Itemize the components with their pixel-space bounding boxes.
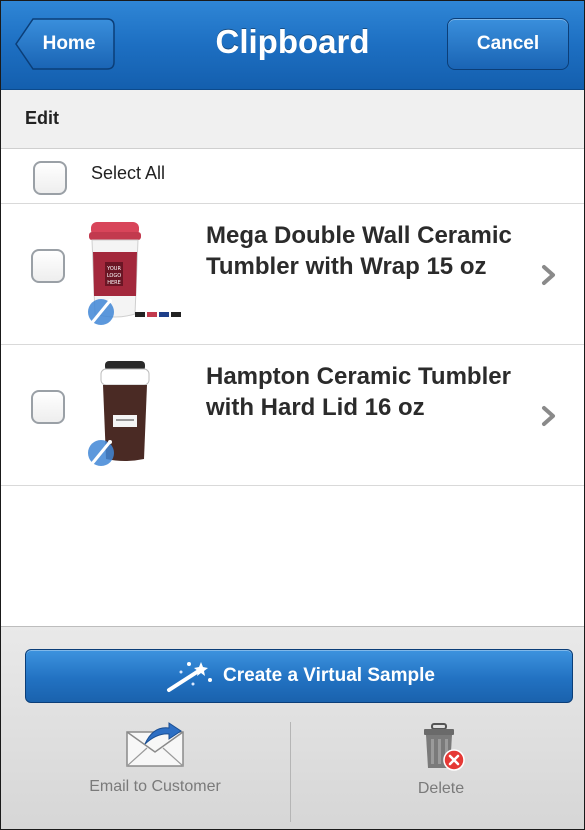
email-to-customer-button[interactable]: Email to Customer xyxy=(65,722,245,797)
list-item[interactable]: YOUR LOGO HERE Mega Double Wall Ceramic … xyxy=(1,204,584,345)
chevron-right-icon xyxy=(542,265,555,285)
trash-icon xyxy=(424,723,465,771)
nav-header: Home Clipboard Cancel xyxy=(1,1,584,90)
edit-bar: Edit xyxy=(1,90,584,149)
delete-button[interactable]: Delete xyxy=(351,722,531,799)
svg-text:HERE: HERE xyxy=(107,280,121,286)
brown-tumbler-icon xyxy=(83,355,193,475)
product-title: Mega Double Wall Ceramic Tumbler with Wr… xyxy=(206,222,512,280)
select-all-checkbox[interactable] xyxy=(33,161,67,195)
delete-label: Delete xyxy=(417,780,465,797)
svg-text:YOUR: YOUR xyxy=(106,266,121,272)
toolbar-divider xyxy=(290,722,291,822)
create-virtual-sample-button[interactable]: Create a Virtual Sample xyxy=(25,649,573,703)
product-title: Hampton Ceramic Tumbler with Hard Lid 16… xyxy=(206,363,511,421)
magic-wand-icon xyxy=(167,662,213,692)
cancel-button[interactable]: Cancel xyxy=(447,18,569,70)
item-checkbox[interactable] xyxy=(31,390,65,424)
email-icon xyxy=(126,722,184,767)
select-all-row[interactable]: Select All xyxy=(1,149,584,204)
create-virtual-sample-label: Create a Virtual Sample xyxy=(223,665,435,686)
edit-label: Edit xyxy=(25,108,59,128)
select-all-label: Select All xyxy=(91,163,166,183)
red-tumbler-icon: YOUR LOGO HERE xyxy=(83,214,193,334)
chevron-right-icon xyxy=(542,406,555,426)
item-checkbox[interactable] xyxy=(31,249,65,283)
app-screen: Home Clipboard Cancel Edit Select All YO… xyxy=(0,0,585,830)
svg-text:LOGO: LOGO xyxy=(107,273,121,279)
email-to-customer-label: Email to Customer xyxy=(89,778,221,795)
bottom-toolbar: Create a Virtual Sample Email to Custome… xyxy=(1,626,584,829)
list-item[interactable]: Hampton Ceramic Tumbler with Hard Lid 16… xyxy=(1,345,584,486)
